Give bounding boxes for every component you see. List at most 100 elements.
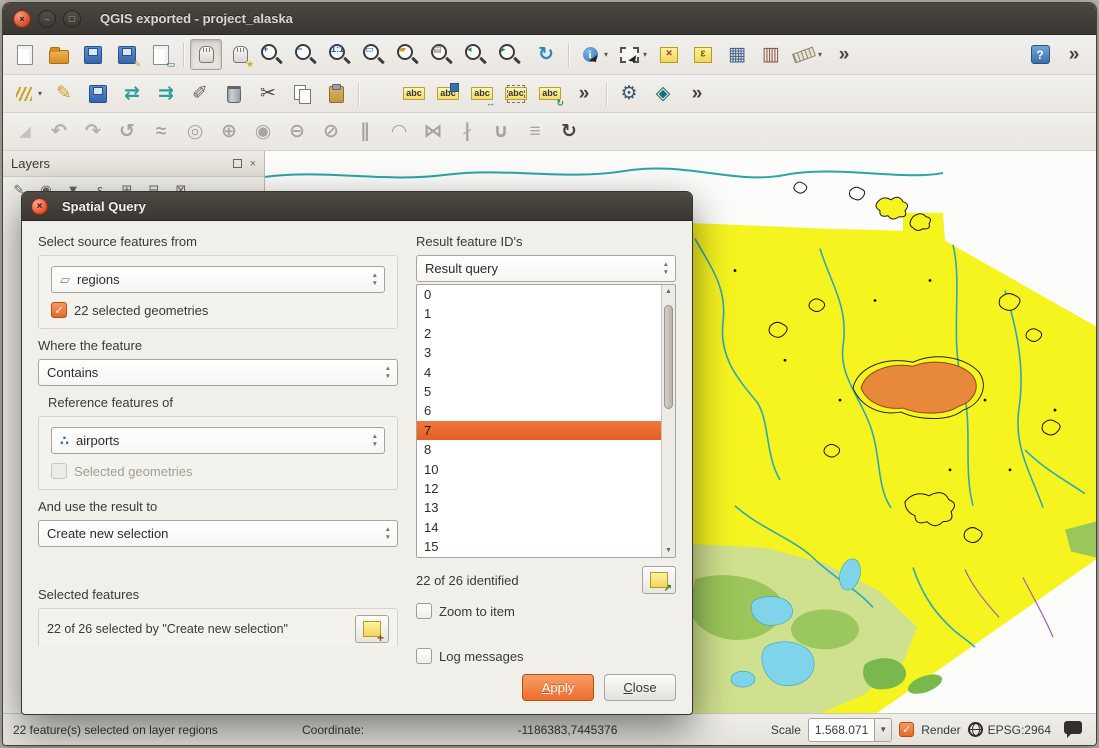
node-tool-button[interactable]: ✐ xyxy=(184,78,216,109)
dialog-titlebar[interactable]: Spatial Query xyxy=(22,192,692,221)
zoom-full-button[interactable]: ▭ xyxy=(360,39,392,70)
simplify-feature-button[interactable]: ≈ xyxy=(145,116,177,147)
pan-to-selection-button[interactable]: ★ xyxy=(224,39,256,70)
identify-features-button[interactable] xyxy=(575,39,612,70)
coordinate-input[interactable]: -1186383,7445376 xyxy=(371,723,764,737)
plugin-button[interactable]: ◈ xyxy=(647,78,679,109)
result-id-item[interactable]: 5 xyxy=(417,382,661,401)
move-feature-button[interactable]: ⇉ xyxy=(150,78,182,109)
window-minimize-button[interactable] xyxy=(38,10,56,28)
zoom-out-button[interactable]: − xyxy=(292,39,324,70)
merge-features-button[interactable]: ∪ xyxy=(485,116,517,147)
titlebar[interactable]: QGIS exported - project_alaska xyxy=(3,3,1096,35)
result-id-item[interactable]: 15 xyxy=(417,537,661,556)
panel-close-icon[interactable]: × xyxy=(250,158,256,170)
add-feature-button[interactable]: ⇄ xyxy=(116,78,148,109)
combo-spinner-icon[interactable] xyxy=(383,365,393,380)
save-project-as-button[interactable]: ✎ xyxy=(111,39,143,70)
field-calculator-button[interactable]: ▥ xyxy=(755,39,787,70)
processing-toolbox-button[interactable]: ⚙ xyxy=(613,78,645,109)
paste-features-button[interactable] xyxy=(320,78,352,109)
label-overflow-button[interactable]: » xyxy=(568,78,600,109)
predicate-combo[interactable]: Contains xyxy=(38,359,398,386)
window-maximize-button[interactable] xyxy=(63,10,81,28)
zoom-to-item-checkbox[interactable]: Zoom to item xyxy=(416,603,676,619)
zoom-to-identified-button[interactable] xyxy=(642,566,676,594)
label-pin-button[interactable] xyxy=(432,78,464,109)
result-use-combo[interactable]: Create new selection xyxy=(38,520,398,547)
copy-features-button[interactable] xyxy=(286,78,318,109)
combo-spinner-icon[interactable] xyxy=(661,261,671,276)
result-id-item[interactable]: 13 xyxy=(417,498,661,517)
toggle-editing-button[interactable]: ✎ xyxy=(48,78,80,109)
delete-part-button[interactable]: ⊘ xyxy=(315,116,347,147)
result-id-item[interactable]: 3 xyxy=(417,343,661,362)
delete-selected-button[interactable] xyxy=(218,78,250,109)
close-button[interactable]: Close xyxy=(604,674,676,701)
toolbar-overflow-2-button[interactable]: » xyxy=(1058,39,1090,70)
source-selected-checkbox[interactable]: 22 selected geometries xyxy=(51,302,385,318)
zoom-next-button[interactable]: ▸ xyxy=(496,39,528,70)
save-project-button[interactable] xyxy=(77,39,109,70)
offset-curve-button[interactable]: ∥ xyxy=(349,116,381,147)
label-button[interactable] xyxy=(398,78,430,109)
toolbar-overflow-button[interactable]: » xyxy=(828,39,860,70)
show-selected-features-button[interactable] xyxy=(355,615,389,643)
combo-spinner-icon[interactable] xyxy=(383,526,393,541)
select-features-button[interactable] xyxy=(614,39,651,70)
result-id-item[interactable]: 4 xyxy=(417,363,661,382)
result-id-item[interactable]: 12 xyxy=(417,479,661,498)
new-project-button[interactable] xyxy=(9,39,41,70)
result-id-item[interactable]: 0 xyxy=(417,285,661,304)
scale-combo[interactable]: 1.568.071 xyxy=(808,718,892,742)
fill-ring-button[interactable]: ◉ xyxy=(247,116,279,147)
result-id-item[interactable]: 8 xyxy=(417,440,661,459)
scale-dropdown-icon[interactable] xyxy=(874,719,891,741)
combo-spinner-icon[interactable] xyxy=(370,433,380,448)
result-id-item[interactable]: 1 xyxy=(417,304,661,323)
save-layer-edits-button[interactable] xyxy=(82,78,114,109)
log-messages-checkbox[interactable]: Log messages xyxy=(416,648,692,664)
list-scrollbar[interactable] xyxy=(661,285,675,557)
merge-attributes-button[interactable]: ≡ xyxy=(519,116,551,147)
undo-button[interactable]: ↶ xyxy=(43,116,75,147)
scroll-up-icon[interactable] xyxy=(665,285,672,298)
reshape-features-button[interactable]: ◠ xyxy=(383,116,415,147)
apply-button[interactable]: Apply xyxy=(522,674,594,701)
scrollbar-thumb[interactable] xyxy=(664,305,673,408)
add-part-button[interactable]: ⊕ xyxy=(213,116,245,147)
dialog-close-button[interactable] xyxy=(31,198,48,215)
attribute-table-button[interactable]: ▦ xyxy=(721,39,753,70)
measure-button[interactable] xyxy=(789,39,826,70)
select-by-expression-button[interactable]: ε xyxy=(687,39,719,70)
result-id-item[interactable]: 7 xyxy=(417,421,661,440)
result-id-item[interactable]: 6 xyxy=(417,401,661,420)
messages-log-icon[interactable] xyxy=(1064,721,1082,734)
render-checkbox[interactable]: Render xyxy=(899,722,960,737)
panel-float-icon[interactable] xyxy=(233,159,242,168)
split-features-button[interactable]: ∤ xyxy=(451,116,483,147)
result-id-item[interactable]: 10 xyxy=(417,460,661,479)
redo-button[interactable]: ↷ xyxy=(77,116,109,147)
current-edits-button[interactable] xyxy=(9,78,46,109)
rotate-feature-button[interactable]: ↺ xyxy=(111,116,143,147)
scroll-down-icon[interactable] xyxy=(665,544,672,557)
combo-spinner-icon[interactable] xyxy=(370,272,380,287)
split-parts-button[interactable]: ⋈ xyxy=(417,116,449,147)
zoom-in-button[interactable]: + xyxy=(258,39,290,70)
zoom-native-button[interactable]: 1:1 xyxy=(326,39,358,70)
help-button[interactable] xyxy=(1024,39,1056,70)
zoom-to-selection-button[interactable]: ▰ xyxy=(394,39,426,70)
delete-ring-button[interactable]: ⊖ xyxy=(281,116,313,147)
layers-panel-header[interactable]: Layers × xyxy=(3,151,264,177)
result-query-combo[interactable]: Result query xyxy=(416,255,676,282)
digitizing-overflow-button[interactable]: » xyxy=(681,78,713,109)
reference-layer-combo[interactable]: ∴ airports xyxy=(51,427,385,454)
label-move-button[interactable] xyxy=(466,78,498,109)
window-close-button[interactable] xyxy=(13,10,31,28)
label-properties-button[interactable] xyxy=(500,78,532,109)
pan-map-button[interactable] xyxy=(190,39,222,70)
new-composer-button[interactable]: ▭ xyxy=(145,39,177,70)
crs-status-button[interactable]: EPSG:2964 xyxy=(968,722,1051,737)
source-layer-combo[interactable]: ▱ regions xyxy=(51,266,385,293)
